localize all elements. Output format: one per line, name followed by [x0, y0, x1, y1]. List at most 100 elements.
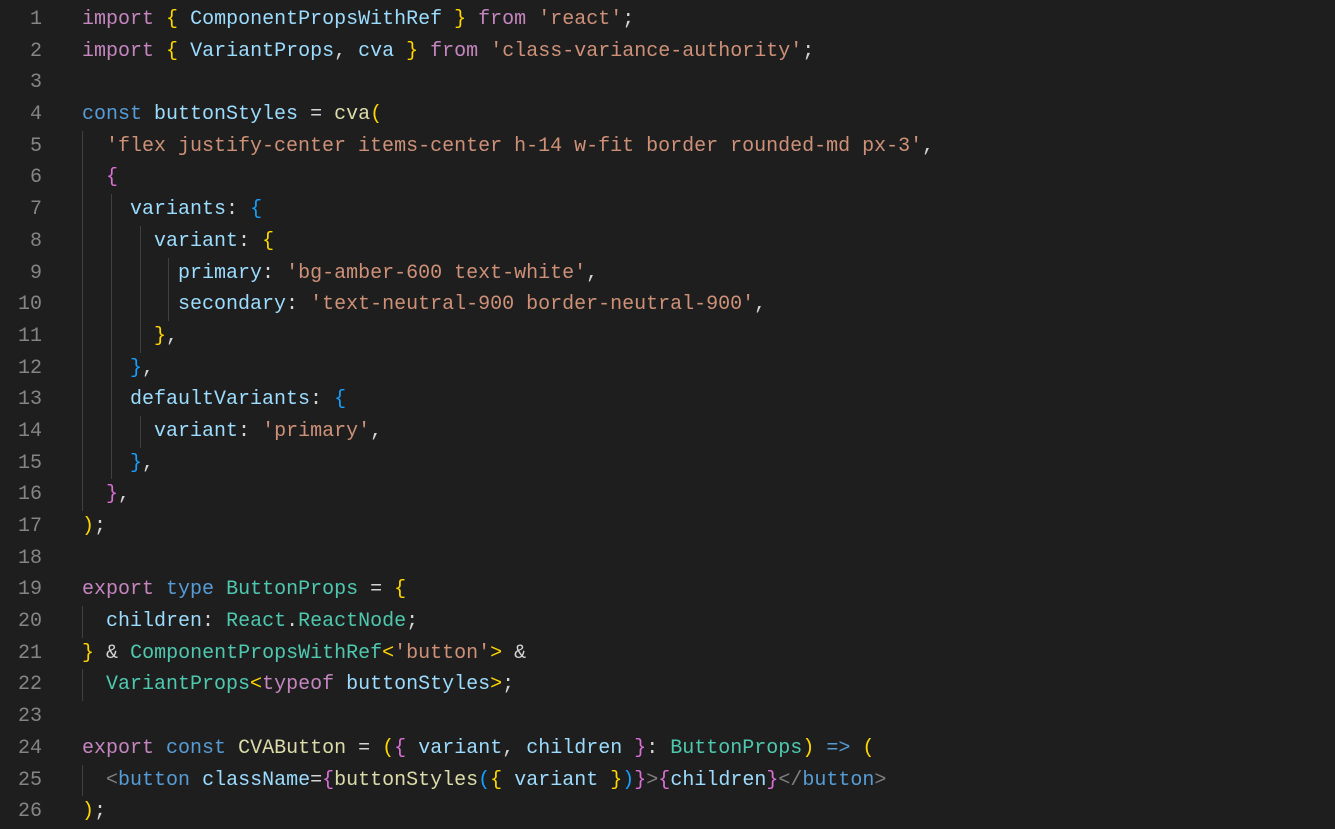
token: = — [370, 578, 382, 601]
token: => — [826, 737, 850, 760]
token: export — [82, 578, 154, 601]
token: variants — [130, 198, 226, 221]
token: = — [310, 769, 322, 792]
line-number: 14 — [0, 416, 42, 448]
line-number: 24 — [0, 733, 42, 765]
token: : — [310, 388, 322, 411]
token: { — [166, 40, 178, 63]
indent-guide — [82, 321, 83, 353]
code-line[interactable]: ); — [82, 796, 1335, 828]
code-line[interactable]: import { ComponentPropsWithRef } from 'r… — [82, 4, 1335, 36]
token: } — [766, 769, 778, 792]
code-line[interactable]: }, — [82, 353, 1335, 385]
line-number: 17 — [0, 511, 42, 543]
token: children — [106, 610, 202, 633]
indent-guide — [111, 194, 112, 226]
code-line[interactable] — [82, 543, 1335, 575]
token: & — [514, 642, 526, 665]
token: > — [490, 673, 502, 696]
token: } — [610, 769, 622, 792]
code-editor[interactable]: 1234567891011121314151617181920212223242… — [0, 0, 1335, 829]
indent-guide — [82, 258, 83, 290]
code-line[interactable]: defaultVariants: { — [82, 384, 1335, 416]
code-line[interactable]: { — [82, 162, 1335, 194]
token: ; — [802, 40, 814, 63]
token: { — [394, 578, 406, 601]
token: button — [802, 769, 874, 792]
token: > — [646, 769, 658, 792]
token — [850, 737, 862, 760]
token — [478, 40, 490, 63]
code-line[interactable]: }, — [82, 448, 1335, 480]
token: , — [334, 40, 358, 63]
token: 'button' — [394, 642, 490, 665]
code-line[interactable]: }, — [82, 321, 1335, 353]
token: defaultVariants — [130, 388, 310, 411]
indent-guide — [82, 162, 83, 194]
token — [214, 610, 226, 633]
token: ) — [82, 515, 94, 538]
token: { — [262, 230, 274, 253]
code-line[interactable] — [82, 67, 1335, 99]
token: < — [106, 769, 118, 792]
token: variant — [514, 769, 598, 792]
code-area[interactable]: import { ComponentPropsWithRef } from 'r… — [60, 0, 1335, 829]
code-line[interactable]: ); — [82, 511, 1335, 543]
token — [370, 737, 382, 760]
indent-guide — [140, 258, 141, 290]
token: export — [82, 737, 154, 760]
indent-guide — [140, 289, 141, 321]
token: className — [202, 769, 310, 792]
code-line[interactable]: variant: 'primary', — [82, 416, 1335, 448]
token: 'primary' — [262, 420, 370, 443]
line-number: 10 — [0, 289, 42, 321]
code-line[interactable]: const buttonStyles = cva( — [82, 99, 1335, 131]
token — [118, 642, 130, 665]
code-line[interactable]: <button className={buttonStyles({ varian… — [82, 765, 1335, 797]
token: React — [226, 610, 286, 633]
token: const — [82, 103, 142, 126]
token: 'text-neutral-900 border-neutral-900' — [310, 293, 754, 316]
token — [418, 40, 430, 63]
code-line[interactable]: VariantProps<typeof buttonStyles>; — [82, 669, 1335, 701]
token: import — [82, 8, 154, 31]
code-line[interactable]: import { VariantProps, cva } from 'class… — [82, 36, 1335, 68]
token: < — [382, 642, 394, 665]
code-line[interactable]: variants: { — [82, 194, 1335, 226]
token: : — [226, 198, 238, 221]
token: } — [634, 769, 646, 792]
token — [190, 769, 202, 792]
token: ; — [502, 673, 514, 696]
code-line[interactable]: 'flex justify-center items-center h-14 w… — [82, 131, 1335, 163]
indent-guide — [82, 384, 83, 416]
token — [154, 40, 166, 63]
token: ( — [862, 737, 874, 760]
token: ; — [94, 800, 106, 823]
token: buttonStyles — [154, 103, 298, 126]
line-number: 1 — [0, 4, 42, 36]
token: ) — [82, 800, 94, 823]
line-number: 19 — [0, 574, 42, 606]
token: { — [250, 198, 262, 221]
code-line[interactable]: variant: { — [82, 226, 1335, 258]
code-line[interactable] — [82, 701, 1335, 733]
line-number: 4 — [0, 99, 42, 131]
token: ( — [478, 769, 490, 792]
code-line[interactable]: } & ComponentPropsWithRef<'button'> & — [82, 638, 1335, 670]
code-line[interactable]: secondary: 'text-neutral-900 border-neut… — [82, 289, 1335, 321]
token — [322, 103, 334, 126]
token — [502, 769, 514, 792]
code-line[interactable]: children: React.ReactNode; — [82, 606, 1335, 638]
token: < — [250, 673, 262, 696]
token — [82, 483, 106, 506]
token: ( — [382, 737, 394, 760]
code-line[interactable]: export const CVAButton = ({ variant, chi… — [82, 733, 1335, 765]
token: type — [166, 578, 214, 601]
code-line[interactable]: }, — [82, 479, 1335, 511]
indent-guide — [82, 194, 83, 226]
line-number: 7 — [0, 194, 42, 226]
indent-guide — [111, 448, 112, 480]
token: 'class-variance-authority' — [490, 40, 802, 63]
code-line[interactable]: export type ButtonProps = { — [82, 574, 1335, 606]
code-line[interactable]: primary: 'bg-amber-600 text-white', — [82, 258, 1335, 290]
